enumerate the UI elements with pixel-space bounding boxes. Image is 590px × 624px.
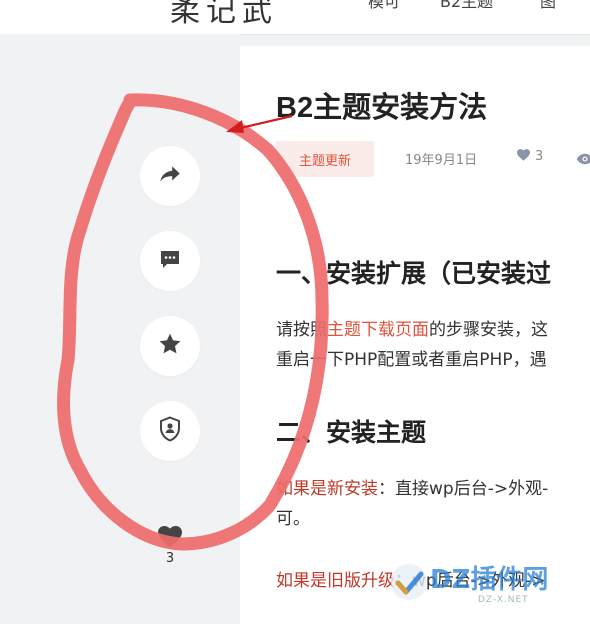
nav-item-1[interactable]: 模可 (368, 0, 400, 12)
star-icon (157, 331, 183, 361)
site-logo[interactable]: 柔记武 (170, 0, 278, 30)
text-fragment: 请按照 (276, 320, 327, 340)
report-button[interactable] (140, 401, 200, 461)
article-title: B2主题安装方法 (276, 92, 488, 124)
text-fragment: 的步骤安装，这 (429, 320, 548, 340)
eye-icon (576, 150, 590, 169)
new-install-label: 如果是新安装 (276, 479, 378, 499)
text-fragment: ：直接wp后台->外观- (378, 479, 549, 499)
theme-download-link[interactable]: 主题下载页面 (327, 320, 429, 340)
nav-item-3[interactable]: 图 (540, 0, 556, 12)
section-1-line-1: 请按照主题下载页面的步骤安装，这 (276, 316, 548, 344)
meta-like-count: 3 (535, 149, 544, 164)
publish-date: 19年9月1日 (405, 153, 478, 168)
section-2-line-1: 如果是新安装：直接wp后台->外观- (276, 475, 548, 503)
shield-user-icon (158, 416, 182, 446)
share-button[interactable] (140, 146, 200, 206)
share-arrow-icon (157, 161, 183, 191)
favorite-button[interactable] (140, 316, 200, 376)
article-content: B2主题安装方法 主题更新 19年9月1日 3 一、安装扩展（已安装过 请按照主… (240, 46, 590, 624)
article-action-sidebar: 3 (0, 34, 240, 624)
section-1-line-2: 重启一下PHP配置或者重启PHP，遇 (276, 350, 547, 370)
like-button[interactable]: 3 (150, 524, 190, 566)
upgrade-label: 如果是旧版升级 (276, 571, 395, 591)
like-count: 3 (165, 551, 175, 566)
meta-heart-icon (516, 148, 531, 165)
section-2-line-2: 可。 (276, 509, 310, 529)
section-heading-2: 二、安装主题 (276, 419, 427, 447)
comment-button[interactable] (140, 231, 200, 291)
heart-icon (156, 526, 184, 552)
meta-likes: 3 (516, 148, 543, 165)
category-tag[interactable]: 主题更新 (276, 141, 374, 177)
watermark-logo-icon (391, 564, 427, 600)
watermark: DZ插件网 DZ-X.NET (388, 557, 588, 617)
watermark-text: DZ插件网 (430, 565, 549, 595)
nav-item-2[interactable]: B2主题 (440, 0, 493, 12)
site-header: 柔记武 模可 B2主题 图 (0, 0, 590, 35)
section-heading-1: 一、安装扩展（已安装过 (276, 260, 552, 288)
comment-dots-icon (158, 247, 182, 275)
watermark-subtext: DZ-X.NET (478, 595, 529, 605)
